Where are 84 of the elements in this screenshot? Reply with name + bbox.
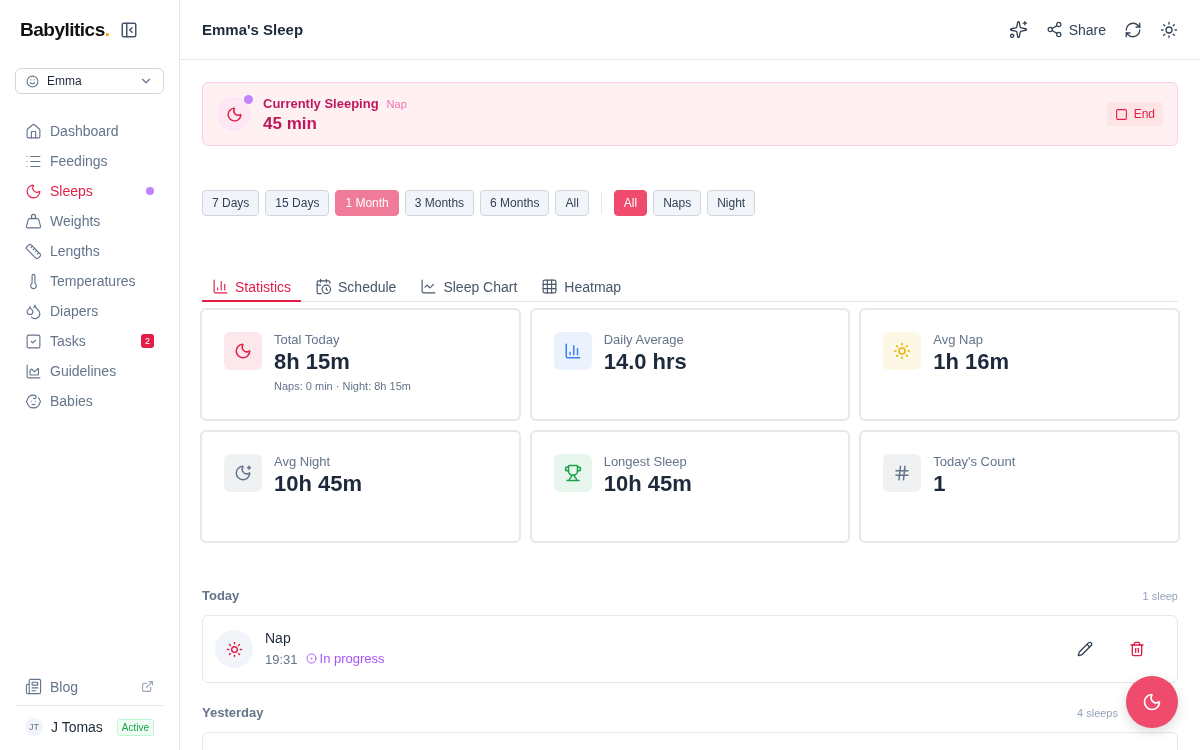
- banner-title: Currently Sleeping: [263, 96, 379, 111]
- theme-toggle-button[interactable]: [1160, 20, 1178, 39]
- tab[interactable]: Heatmap: [531, 273, 632, 302]
- type-chip[interactable]: All: [613, 190, 648, 216]
- stat-value: 1h 16m: [933, 349, 1010, 375]
- end-button[interactable]: End: [1106, 102, 1163, 126]
- stat-value: 1: [933, 471, 947, 497]
- tab[interactable]: Schedule: [305, 273, 407, 302]
- home-icon: [25, 122, 42, 140]
- count-badge: 2: [141, 334, 154, 348]
- moon-icon: [1142, 692, 1162, 712]
- stat-label: Longest Sleep: [603, 454, 688, 469]
- weight-icon: [25, 212, 42, 230]
- stat-value: 8h 15m: [274, 349, 351, 375]
- entry-status: In progress: [305, 651, 385, 666]
- group-count: 4 sleeps: [1077, 706, 1118, 719]
- sleep-duration: 45 min: [263, 114, 318, 134]
- nav-item[interactable]: Feedings: [15, 146, 164, 176]
- stat-value: 14.0 hrs: [603, 349, 687, 375]
- group-title: Yesterday: [202, 705, 264, 720]
- range-chip[interactable]: 3 Months: [404, 190, 475, 216]
- group-count: 1 sleep: [1142, 589, 1178, 602]
- baby-face-icon: [25, 392, 42, 410]
- droplets-icon: [25, 302, 42, 320]
- edit-button[interactable]: [1077, 641, 1093, 657]
- newspaper-icon: [25, 678, 42, 695]
- page-title: Emma's Sleep: [202, 21, 304, 38]
- nav-item[interactable]: Sleeps: [15, 176, 164, 206]
- line-chart-icon: [420, 278, 438, 295]
- stat-label: Avg Night: [274, 454, 332, 469]
- chart-icon: [25, 362, 42, 380]
- nav-item[interactable]: Diapers: [15, 296, 164, 326]
- add-sleep-button[interactable]: [1126, 676, 1178, 728]
- nav-item[interactable]: Dashboard: [15, 116, 164, 146]
- tab[interactable]: Sleep Chart: [410, 273, 528, 302]
- range-chip[interactable]: 15 Days: [265, 190, 330, 216]
- nav-item[interactable]: Weights: [15, 206, 164, 236]
- user-name: J Tomas: [51, 719, 103, 735]
- calendar-clock-icon: [315, 278, 332, 295]
- stat-value: 10h 45m: [603, 471, 692, 497]
- range-chip[interactable]: 7 Days: [202, 190, 260, 216]
- collapse-sidebar-icon[interactable]: [119, 21, 138, 39]
- stat-value: 10h 45m: [274, 471, 363, 497]
- grid-icon: [541, 278, 559, 295]
- nav-item[interactable]: Lengths: [15, 236, 164, 266]
- stat-label: Avg Nap: [933, 332, 984, 347]
- stat-label: Today's Count: [933, 454, 1016, 469]
- square-icon: [1114, 107, 1128, 121]
- sun-icon: [215, 630, 253, 668]
- sparkles-button[interactable]: [1008, 20, 1028, 39]
- type-chip[interactable]: Naps: [653, 190, 702, 216]
- tab[interactable]: Statistics: [202, 273, 301, 302]
- sleep-type: Nap: [386, 98, 407, 110]
- blog-link[interactable]: Blog: [15, 672, 164, 706]
- range-chip[interactable]: All: [555, 190, 589, 216]
- user-avatar: JT: [25, 718, 43, 736]
- nav-item[interactable]: Babies: [15, 386, 164, 416]
- bar-chart-icon: [212, 278, 229, 295]
- share-button[interactable]: Share: [1045, 21, 1106, 38]
- checkbox-icon: [25, 332, 42, 350]
- nav-item[interactable]: Temperatures: [15, 266, 164, 296]
- status-badge: Active: [116, 718, 154, 736]
- nav-item[interactable]: Tasks 2: [15, 326, 164, 356]
- stat-note: Naps: 0 min · Night: 8h 15m: [274, 380, 411, 392]
- stat-label: Total Today: [274, 332, 341, 347]
- entry-title: Nap: [265, 630, 292, 646]
- nav-item[interactable]: Guidelines: [15, 356, 164, 386]
- baby-face-icon: [26, 74, 39, 88]
- range-chip[interactable]: 1 Month: [335, 190, 399, 216]
- refresh-button[interactable]: [1124, 20, 1142, 39]
- sleep-entry[interactable]: Nap 19:31 In progress: [202, 615, 1178, 683]
- delete-button[interactable]: [1129, 641, 1145, 657]
- logo: Babylitics.: [20, 19, 110, 41]
- external-link-icon: [141, 680, 154, 693]
- ruler-icon: [25, 242, 42, 260]
- moon-icon: [217, 97, 251, 131]
- group-title: Today: [202, 588, 240, 603]
- moon-icon: [25, 182, 42, 200]
- baby-select[interactable]: Emma: [15, 68, 164, 94]
- share-icon: [1045, 21, 1063, 38]
- type-chip[interactable]: Night: [707, 190, 756, 216]
- stat-label: Daily Average: [603, 332, 685, 347]
- entry-time: 19:31: [265, 652, 298, 667]
- range-chip[interactable]: 6 Months: [480, 190, 550, 216]
